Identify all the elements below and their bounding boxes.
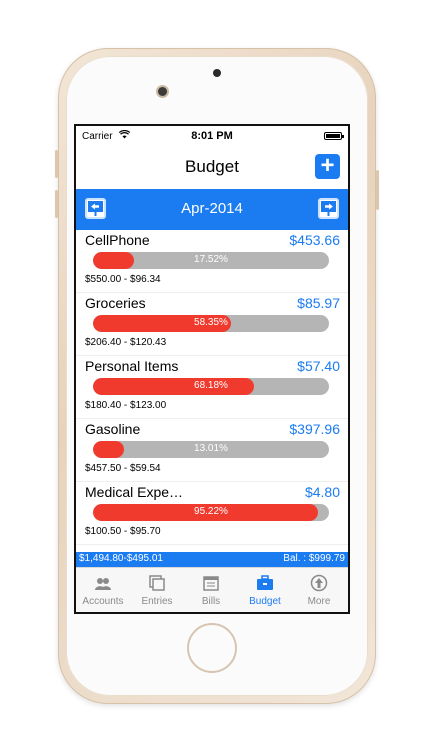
summary-balance: Bal. : $999.79 [283,553,345,564]
list-item[interactable]: Gasoline $397.96 13.01% $457.50 - $59.54 [76,419,348,482]
item-amount: $85.97 [297,295,340,311]
tab-label: Accounts [82,596,124,607]
item-name: Gasoline [85,421,141,437]
progress-percent: 68.18% [194,380,228,391]
front-camera [158,87,167,96]
summary-bar: $1,494.80-$495.01 Bal. : $999.79 [76,552,348,567]
speaker [213,69,221,77]
item-amount: $57.40 [297,358,340,374]
navigation-bar: Budget + [76,146,348,188]
item-range: $457.50 - $59.54 [85,463,161,474]
home-button[interactable] [187,623,237,673]
item-amount: $453.66 [289,232,340,248]
progress-percent: 13.01% [194,443,228,454]
tab-more[interactable]: More [292,568,346,612]
progress-bar: 58.35% [93,315,329,332]
arrow-right-icon [321,201,336,216]
item-name: Medical Expe… [85,484,184,500]
volume-button [55,190,58,218]
item-range: $180.40 - $123.00 [85,400,167,411]
battery-icon [324,132,344,140]
add-button[interactable]: + [315,154,340,179]
tab-accounts[interactable]: Accounts [76,568,130,612]
list-item[interactable] [76,545,348,552]
month-selector: Apr-2014 [76,189,348,230]
page-title: Budget [185,157,239,176]
more-icon [310,574,328,592]
item-name: Personal Items [85,358,179,374]
list-item[interactable]: Personal Items $57.40 68.18% $180.40 - $… [76,356,348,419]
progress-bar: 17.52% [93,252,329,269]
item-range: $206.40 - $120.43 [85,337,167,348]
accounts-icon [95,578,111,590]
power-button [376,170,379,210]
progress-bar: 13.01% [93,441,329,458]
progress-percent: 17.52% [194,254,228,265]
item-amount: $4.80 [304,484,340,500]
item-name: Groceries [85,295,146,311]
progress-bar: 68.18% [93,378,329,395]
list-item[interactable]: Medical Expe… $4.80 95.22% $100.50 - $95… [76,482,348,545]
next-month-button[interactable] [318,198,339,219]
list-item[interactable]: CellPhone $453.66 17.52% $550.00 - $96.3… [76,230,348,293]
tab-label: More [307,596,331,607]
tab-bar: Accounts Entries Bills Budget More [76,567,348,612]
volume-button [55,150,58,178]
tab-budget[interactable]: Budget [238,568,292,612]
item-range: $100.50 - $95.70 [85,526,161,537]
tab-label: Bills [201,596,221,607]
month-label: Apr-2014 [181,200,243,217]
bills-icon [203,576,219,591]
list-item[interactable]: Groceries $85.97 58.35% $206.40 - $120.4… [76,293,348,356]
item-range: $550.00 - $96.34 [85,274,161,285]
summary-total: $1,494.80-$495.01 [79,553,163,564]
progress-bar: 95.22% [93,504,329,521]
budget-icon [257,575,273,590]
item-amount: $397.96 [289,421,340,437]
status-bar: Carrier 8:01 PM [76,126,348,146]
tab-label: Entries [141,596,173,607]
item-name: CellPhone [85,232,150,248]
tab-label: Budget [249,596,281,607]
progress-percent: 58.35% [194,317,228,328]
progress-percent: 95.22% [194,506,228,517]
tab-entries[interactable]: Entries [130,568,184,612]
app-screen: Carrier 8:01 PM Budget + Apr-2014 CellPh… [74,124,350,614]
budget-list: CellPhone $453.66 17.52% $550.00 - $96.3… [76,230,348,552]
tab-bills[interactable]: Bills [184,568,238,612]
entries-icon [149,575,165,591]
status-time: 8:01 PM [191,130,233,142]
